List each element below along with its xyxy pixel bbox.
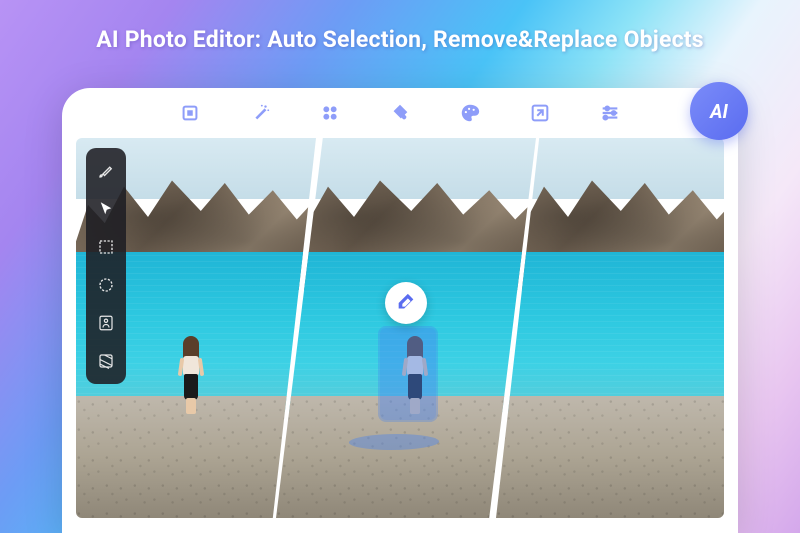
- subject-person: [177, 336, 205, 414]
- palette-icon[interactable]: [459, 102, 481, 124]
- paint-bucket-icon[interactable]: [389, 102, 411, 124]
- brush-icon[interactable]: [97, 162, 115, 180]
- editor-window: [62, 88, 738, 533]
- pointer-icon[interactable]: [97, 200, 115, 218]
- rect-select-icon[interactable]: [97, 238, 115, 256]
- erase-button[interactable]: [385, 282, 427, 324]
- headline-text: AI Photo Editor: Auto Selection, Remove&…: [96, 26, 704, 53]
- person-select-icon[interactable]: [97, 314, 115, 332]
- ellipse-select-icon[interactable]: [97, 276, 115, 294]
- texture-icon[interactable]: [97, 352, 115, 370]
- clone-icon[interactable]: [319, 102, 341, 124]
- magic-wand-icon[interactable]: [249, 102, 271, 124]
- sliders-icon[interactable]: [599, 102, 621, 124]
- top-toolbar: [62, 88, 738, 138]
- ai-badge-label: AI: [710, 100, 728, 123]
- selection-mask: [380, 328, 436, 420]
- panel-result: [496, 138, 724, 518]
- side-toolbar: [86, 148, 126, 384]
- ai-badge[interactable]: AI: [690, 82, 748, 140]
- resize-icon[interactable]: [529, 102, 551, 124]
- crop-icon[interactable]: [179, 102, 201, 124]
- erase-icon: [395, 292, 417, 314]
- panel-selected: [276, 138, 536, 518]
- editor-canvas[interactable]: [76, 138, 724, 518]
